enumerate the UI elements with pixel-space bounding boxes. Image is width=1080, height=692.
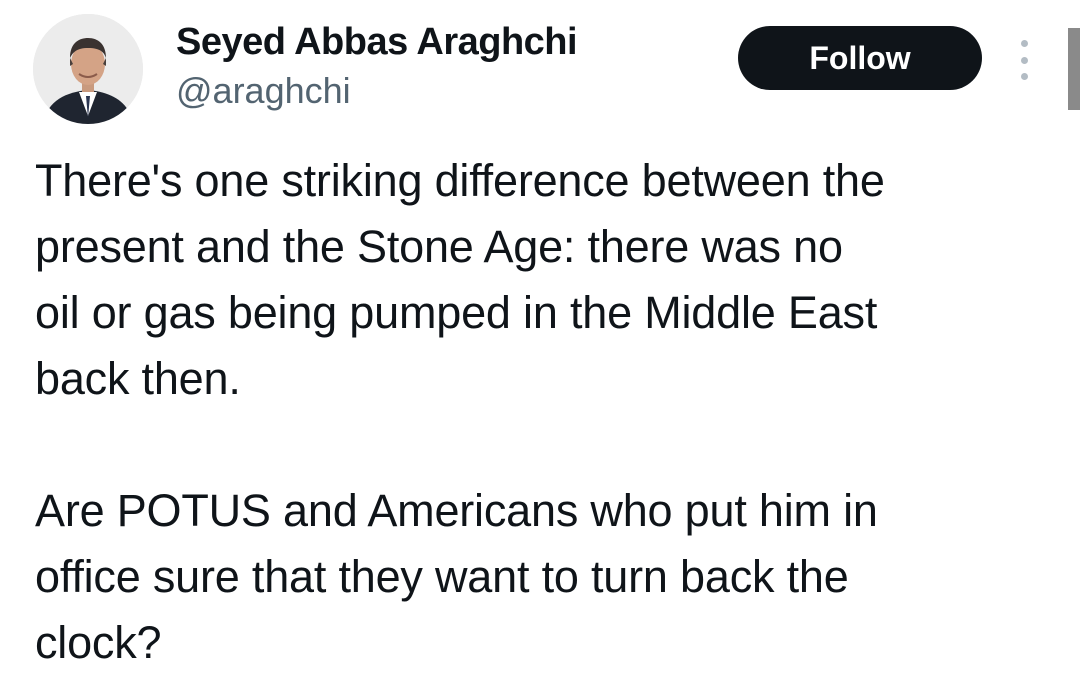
author-display-name[interactable]: Seyed Abbas Araghchi — [176, 20, 578, 64]
author-handle[interactable]: @araghchi — [176, 70, 351, 112]
tweet-text: There's one striking difference between … — [35, 148, 1045, 676]
scrollbar[interactable] — [1068, 28, 1080, 110]
follow-button[interactable]: Follow — [738, 26, 982, 90]
more-dot — [1020, 40, 1028, 47]
profile-photo — [33, 14, 143, 124]
tweet-paragraph: There's one striking difference between … — [35, 155, 885, 404]
tweet-paragraph: Are POTUS and Americans who put him in o… — [35, 485, 878, 668]
avatar[interactable] — [33, 14, 143, 124]
more-dot — [1020, 73, 1028, 80]
vertical-ellipsis-icon[interactable] — [1014, 40, 1034, 80]
more-dot — [1020, 56, 1028, 64]
